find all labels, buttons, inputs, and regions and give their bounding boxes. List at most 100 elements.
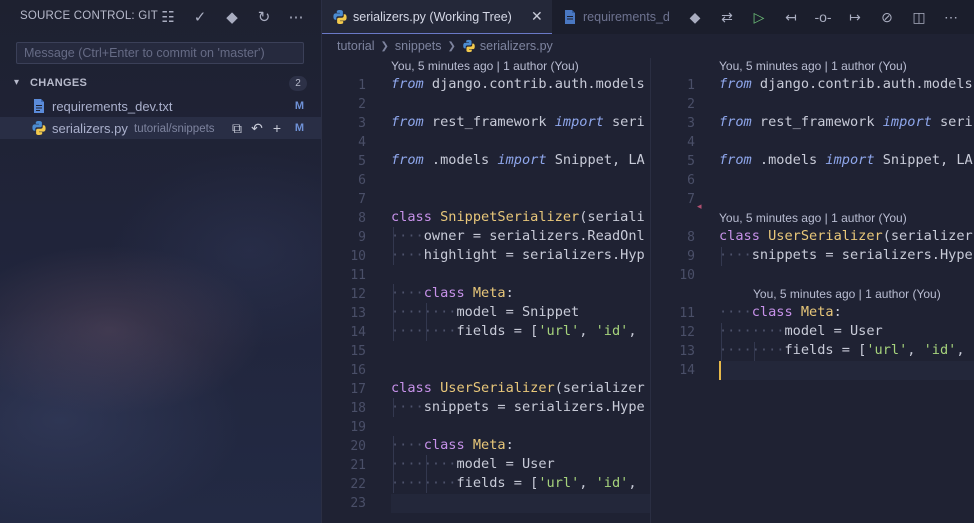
code-line: ····owner = serializers.ReadOnl: [391, 228, 645, 244]
blame-codelens[interactable]: You, 5 minutes ago | 1 author (You): [719, 59, 907, 73]
current-line-highlight: [719, 361, 974, 380]
stage-changes-icon[interactable]: +: [268, 119, 286, 137]
tab-requirements-dev[interactable]: requirements_d: [552, 0, 676, 34]
file-name: serializers.py: [52, 121, 128, 136]
code-line: from django.contrib.auth.models: [391, 76, 645, 92]
file-path: tutorial/snippets: [134, 123, 215, 135]
commit-message-input[interactable]: [16, 42, 304, 64]
code-line: ····class Meta:: [719, 304, 842, 320]
toggle-blame-icon[interactable]: ⊘: [871, 6, 903, 28]
line-number: 2: [358, 97, 366, 112]
line-number: 22: [350, 477, 366, 492]
line-number: 9: [358, 230, 366, 245]
changed-file-item[interactable]: requirements_dev.txt M: [0, 95, 321, 117]
code-line: ····highlight = serializers.Hyp: [391, 247, 645, 263]
changes-section-header[interactable]: ▾ CHANGES 2: [0, 74, 321, 94]
editor-tab-bar: serializers.py (Working Tree) ✕ requirem…: [322, 0, 974, 34]
line-number: 20: [350, 439, 366, 454]
file-name: requirements_dev.txt: [52, 99, 173, 114]
code-line: from .models import Snippet, LA: [719, 152, 973, 168]
blame-codelens[interactable]: You, 5 minutes ago | 1 author (You): [753, 287, 941, 301]
run-icon[interactable]: ▷: [743, 6, 775, 28]
line-number: 11: [679, 306, 695, 321]
python-file-icon: [333, 10, 347, 24]
line-number: 12: [350, 287, 366, 302]
deleted-lines-marker: ◂: [697, 201, 702, 211]
code-line: ········model = User: [719, 323, 883, 339]
code-line: ········model = User: [391, 456, 555, 472]
breadcrumb-item[interactable]: tutorial: [337, 39, 375, 53]
line-number: 18: [350, 401, 366, 416]
line-number: 14: [679, 363, 695, 378]
sidebar-actions: ☷ ✓ ◆ ↻ ⋯: [152, 6, 312, 28]
line-number: 15: [350, 344, 366, 359]
editor-pane-original[interactable]: You, 5 minutes ago | 1 author (You) 1 from…: [322, 58, 650, 523]
code-line: ····snippets = serializers.Hype: [719, 247, 973, 263]
chevron-right-icon: ❯: [380, 40, 389, 52]
line-number: 6: [687, 173, 695, 188]
changes-label: CHANGES: [30, 77, 88, 89]
git-icon[interactable]: ◆: [679, 6, 711, 28]
editor-actions: ◆ ⇄ ▷ ↤ -o- ↦ ⊘ ◫ ⋯: [679, 6, 967, 28]
compare-changes-icon[interactable]: ⇄: [711, 6, 743, 28]
breadcrumb-item[interactable]: snippets: [395, 39, 442, 53]
blame-codelens[interactable]: You, 5 minutes ago | 1 author (You): [719, 211, 907, 225]
line-number: 3: [358, 116, 366, 131]
code-line: ········model = Snippet: [391, 304, 580, 320]
line-number: 8: [358, 211, 366, 226]
open-file-icon[interactable]: ⧉: [228, 119, 246, 137]
more-actions-icon[interactable]: ⋯: [280, 6, 312, 28]
split-editor-icon[interactable]: ◫: [903, 6, 935, 28]
line-number: 1: [358, 78, 366, 93]
close-icon[interactable]: ✕: [531, 8, 543, 25]
editor-pane-working-tree[interactable]: You, 5 minutes ago | 1 author (You) You, …: [650, 58, 974, 523]
line-number: 3: [687, 116, 695, 131]
line-number: 9: [687, 249, 695, 264]
file-status-badge: M: [294, 100, 304, 112]
line-number: 4: [687, 135, 695, 150]
code-line: class SnippetSerializer(seriali: [391, 209, 645, 225]
line-number: 12: [679, 325, 695, 340]
line-number: 13: [350, 306, 366, 321]
view-as-tree-icon[interactable]: ☷: [152, 6, 184, 28]
discard-changes-icon[interactable]: ↶: [248, 119, 266, 137]
previous-change-icon[interactable]: ↤: [775, 6, 807, 28]
file-status-badge: M: [294, 122, 304, 134]
line-number: 13: [679, 344, 695, 359]
tab-serializers-working-tree[interactable]: serializers.py (Working Tree) ✕: [322, 0, 552, 34]
commit-node-icon[interactable]: -o-: [807, 6, 839, 28]
commit-check-icon[interactable]: ✓: [184, 6, 216, 28]
sidebar-header: SOURCE CONTROL: GIT ☷ ✓ ◆ ↻ ⋯: [0, 0, 321, 33]
line-number: 11: [350, 268, 366, 283]
code-line: from .models import Snippet, LA: [391, 152, 645, 168]
current-line-highlight: [391, 494, 650, 513]
line-number: 10: [350, 249, 366, 264]
next-change-icon[interactable]: ↦: [839, 6, 871, 28]
git-icon[interactable]: ◆: [216, 6, 248, 28]
python-file-icon: [463, 39, 475, 53]
line-number: 1: [687, 78, 695, 93]
line-number: 10: [679, 268, 695, 283]
line-number: 4: [358, 135, 366, 150]
line-number: 19: [350, 420, 366, 435]
code-line: ····snippets = serializers.Hype: [391, 399, 645, 415]
changes-count-badge: 2: [289, 76, 307, 91]
breadcrumb-item[interactable]: serializers.py: [480, 39, 553, 53]
blame-codelens[interactable]: You, 5 minutes ago | 1 author (You): [391, 59, 579, 73]
tab-label: requirements_d: [583, 10, 670, 24]
more-actions-icon[interactable]: ⋯: [935, 6, 967, 28]
tab-label: serializers.py (Working Tree): [353, 10, 512, 24]
line-number: 7: [358, 192, 366, 207]
changed-file-item[interactable]: serializers.py tutorial/snippets ⧉ ↶ + M: [0, 117, 321, 139]
line-number: 16: [350, 363, 366, 378]
line-number: 23: [350, 496, 366, 511]
text-cursor: [719, 361, 721, 380]
line-number: 17: [350, 382, 366, 397]
line-number: 6: [358, 173, 366, 188]
code-line: from rest_framework import seri: [719, 114, 973, 130]
code-line: from rest_framework import seri: [391, 114, 645, 130]
line-number: 21: [350, 458, 366, 473]
file-text-icon: [565, 10, 575, 24]
refresh-icon[interactable]: ↻: [248, 6, 280, 28]
file-text-icon: [34, 99, 44, 113]
